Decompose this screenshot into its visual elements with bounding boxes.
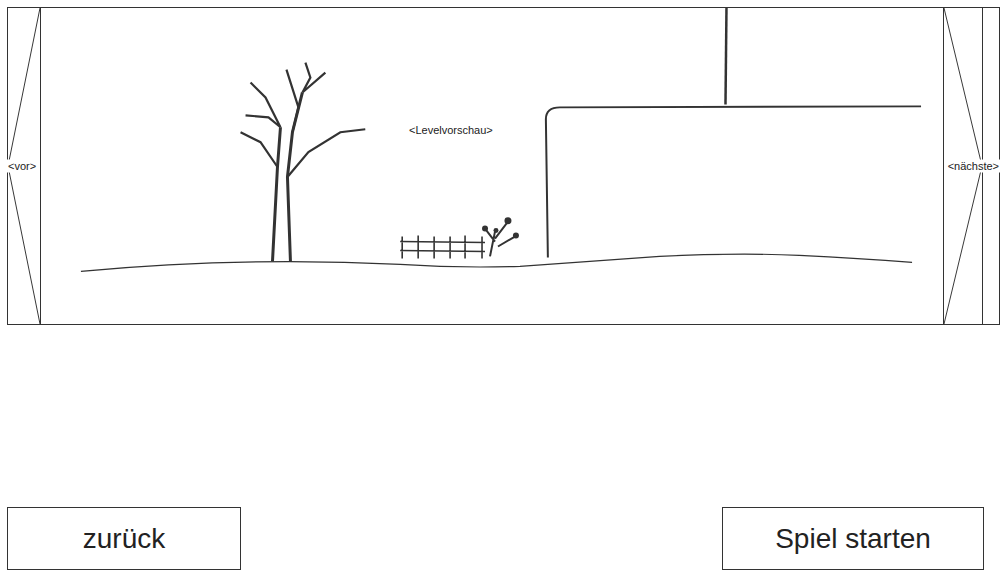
- button-row: zurück Spiel starten: [7, 507, 1000, 570]
- level-preview-panel: <vor> <Levelvorschau> <nächste>: [7, 7, 1000, 325]
- back-button[interactable]: zurück: [7, 507, 241, 570]
- previous-level-button[interactable]: <vor>: [8, 8, 41, 324]
- level-select-screen: <vor> <Levelvorschau> <nächste> zurück Spiel…: [0, 0, 1005, 577]
- level-scene-illustration: [41, 8, 943, 324]
- start-game-button[interactable]: Spiel starten: [722, 507, 984, 570]
- level-preview-canvas: <Levelvorschau>: [41, 8, 943, 324]
- preview-caption: <Levelvorschau>: [409, 123, 493, 137]
- next-label[interactable]: <nächste>: [947, 160, 1000, 173]
- previous-label[interactable]: <vor>: [7, 160, 37, 173]
- next-level-button[interactable]: <nächste>: [943, 8, 983, 324]
